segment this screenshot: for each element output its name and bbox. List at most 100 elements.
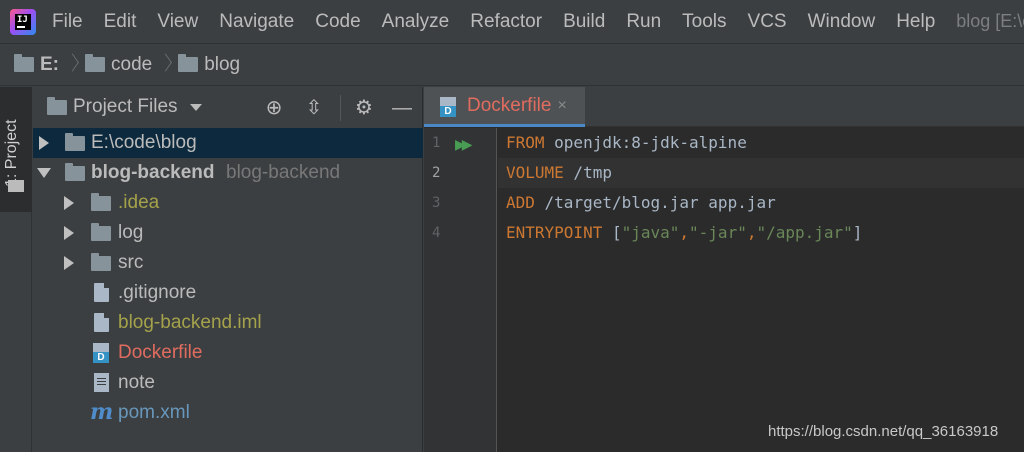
tab-dockerfile[interactable]: D Dockerfile ×: [424, 87, 585, 127]
folder-icon: [8, 180, 24, 192]
expand-arrow-icon[interactable]: [64, 256, 74, 270]
project-panel-header: Project Files ⊕ ⇳ ⚙ —: [33, 87, 422, 127]
expand-arrow-icon[interactable]: [64, 196, 74, 210]
project-tool-tab[interactable]: 1: Project: [0, 87, 32, 212]
tree-item-label: log: [118, 222, 144, 243]
folder-icon: [14, 54, 34, 72]
tree-item-gitignore[interactable]: .gitignore: [33, 278, 423, 308]
dockerfile-icon: D: [93, 343, 109, 363]
breadcrumb: E: code blog: [0, 43, 1024, 86]
folder-icon: [91, 193, 111, 211]
window-title: blog [E:\co: [956, 11, 1024, 31]
tree-item-label: .gitignore: [118, 282, 197, 303]
tab-label: Dockerfile: [467, 94, 552, 116]
menu-refactor[interactable]: Refactor: [470, 11, 542, 33]
tree-item-dockerfile[interactable]: D Dockerfile: [33, 338, 423, 368]
breadcrumb-blog[interactable]: blog: [178, 54, 240, 76]
tree-item-label: src: [118, 252, 144, 273]
project-tool-tab-label: 1: Project: [3, 119, 20, 187]
tree-item-log[interactable]: log: [33, 218, 423, 248]
code-line[interactable]: FROM openjdk:8-jdk-alpine: [506, 133, 747, 152]
tree-item-label: blog-backend.iml: [118, 312, 262, 333]
code-line[interactable]: ADD /target/blog.jar app.jar: [506, 193, 776, 212]
folder-icon: [91, 223, 111, 241]
menu-file[interactable]: File: [52, 11, 83, 33]
menu-analyze[interactable]: Analyze: [382, 11, 450, 33]
menu-tools[interactable]: Tools: [682, 11, 726, 33]
breadcrumb-code[interactable]: code: [85, 54, 152, 76]
breadcrumb-drive[interactable]: E:: [14, 54, 59, 76]
menu-edit[interactable]: Edit: [104, 11, 137, 33]
code-keyword: FROM: [506, 133, 545, 152]
tree-item-label: blog-backend: [91, 162, 215, 183]
intellij-logo-icon[interactable]: IJ: [10, 8, 36, 35]
breadcrumb-label: blog: [204, 53, 241, 75]
locate-file-icon[interactable]: ⊕: [263, 97, 285, 119]
menu-view[interactable]: View: [157, 11, 198, 33]
module-folder-icon: [65, 163, 85, 181]
text-file-icon: [94, 373, 109, 392]
project-view-selector[interactable]: Project Files: [73, 96, 178, 118]
code-text: [: [602, 223, 622, 242]
tree-item-iml[interactable]: blog-backend.iml: [33, 308, 423, 338]
close-icon[interactable]: ×: [557, 97, 566, 115]
code-line[interactable]: VOLUME /tmp: [506, 163, 612, 182]
code-string: "-jar": [689, 223, 747, 242]
maven-icon: m: [90, 399, 114, 425]
code-line[interactable]: ENTRYPOINT ["java","-jar","/app.jar"]: [506, 223, 862, 242]
editor-area: D Dockerfile × 1 2 3 4 ▶▶ FROM openjdk:8…: [424, 87, 1024, 452]
tree-item-idea[interactable]: .idea: [33, 188, 423, 218]
menu-help[interactable]: Help: [896, 11, 935, 33]
menu-code[interactable]: Code: [315, 11, 360, 33]
tree-item-label: Dockerfile: [118, 342, 203, 363]
folder-icon: [47, 96, 67, 115]
gear-icon[interactable]: ⚙: [353, 97, 375, 119]
logo-text: IJ: [15, 13, 31, 30]
hide-panel-icon[interactable]: —: [391, 97, 413, 119]
line-number: 2: [432, 165, 441, 181]
tree-item-label: pom.xml: [118, 402, 190, 423]
line-number: 1: [432, 135, 441, 151]
line-number: 3: [432, 195, 441, 211]
dockerfile-icon: D: [440, 97, 456, 117]
collapse-arrow-icon[interactable]: [37, 168, 51, 178]
menu-bar: IJ File Edit View Navigate Code Analyze …: [0, 0, 1024, 43]
breadcrumb-separator-icon: [160, 54, 170, 76]
tree-item-src[interactable]: src: [33, 248, 423, 278]
breadcrumb-separator-icon: [67, 54, 77, 76]
code-text: /target/blog.jar app.jar: [534, 193, 776, 212]
menu-run[interactable]: Run: [626, 11, 661, 33]
folder-icon: [178, 54, 199, 72]
folder-icon: [65, 133, 85, 151]
ignored-file-icon: [94, 283, 109, 302]
tree-item-root[interactable]: E:\code\blog: [33, 128, 423, 158]
project-panel: Project Files ⊕ ⇳ ⚙ — E:\code\blog blog-…: [33, 87, 423, 452]
code-string: "/app.jar": [756, 223, 853, 242]
code-punctuation: ,: [679, 223, 690, 242]
tree-item-pom[interactable]: m pom.xml: [33, 398, 423, 428]
tree-item-label: E:\code\blog: [91, 132, 197, 153]
left-tool-strip: 1: Project: [0, 87, 32, 452]
code-text: ]: [852, 223, 863, 242]
collapse-all-icon[interactable]: ⇳: [303, 97, 325, 119]
editor-tab-bar: D Dockerfile ×: [424, 87, 1024, 127]
tree-item-secondary-label: blog-backend: [226, 162, 341, 183]
tree-item-label: note: [118, 372, 155, 393]
expand-arrow-icon[interactable]: [64, 226, 74, 240]
tree-item-note[interactable]: note: [33, 368, 423, 398]
expand-arrow-icon[interactable]: [39, 136, 49, 150]
breadcrumb-label: code: [111, 53, 153, 75]
code-string: "java": [621, 223, 680, 242]
menu-build[interactable]: Build: [563, 11, 605, 33]
code-keyword: ENTRYPOINT: [506, 223, 603, 242]
run-gutter-icon[interactable]: ▶▶: [455, 136, 472, 153]
line-number: 4: [432, 225, 441, 241]
code-text: /tmp: [563, 163, 612, 182]
menu-window[interactable]: Window: [808, 11, 876, 33]
menu-navigate[interactable]: Navigate: [219, 11, 294, 33]
code-keyword: VOLUME: [506, 163, 564, 182]
folder-icon: [91, 253, 111, 271]
chevron-down-icon[interactable]: [189, 103, 202, 111]
menu-vcs[interactable]: VCS: [748, 11, 787, 33]
tree-item-module[interactable]: blog-backend blog-backend: [33, 158, 423, 188]
